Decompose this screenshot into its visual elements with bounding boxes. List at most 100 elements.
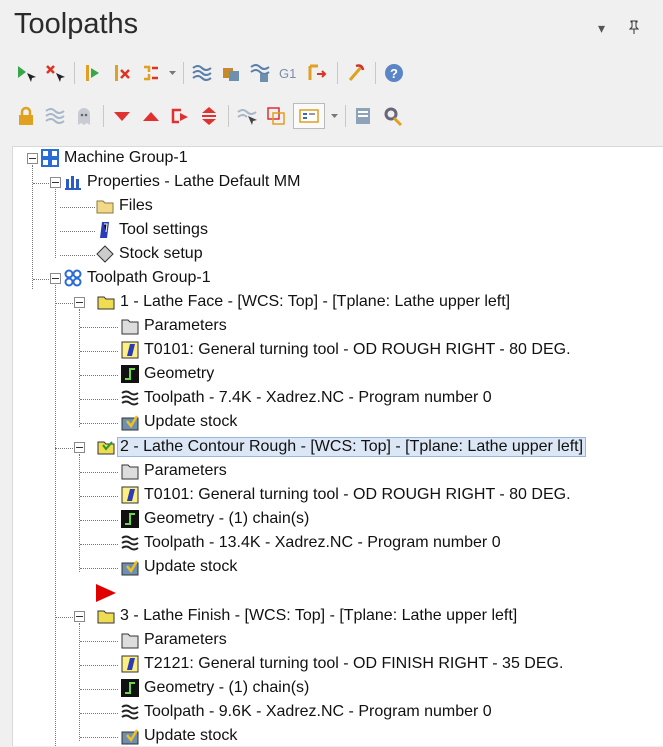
insert-arrow-icon[interactable]	[95, 583, 117, 603]
parameters-folder-icon	[121, 462, 139, 480]
pin-icon[interactable]	[628, 20, 640, 37]
toolpath-report-icon[interactable]	[352, 104, 376, 128]
properties-icon	[64, 173, 82, 191]
regenerate-dirty-icon[interactable]	[110, 61, 134, 85]
op2-geometry[interactable]: Geometry - (1) chain(s)	[121, 508, 309, 530]
settings-icon[interactable]	[381, 104, 405, 128]
toolpath-icon	[121, 534, 139, 552]
toolpath-icon	[121, 389, 139, 407]
toolpath-tree[interactable]: Machine Group-1 Properties - Lathe Defau…	[12, 146, 663, 746]
toggle-display-icon[interactable]	[139, 61, 163, 85]
collapse-toggle-icon[interactable]	[74, 442, 85, 453]
parameters-folder-icon	[121, 631, 139, 649]
tree-label: Geometry - (1) chain(s)	[144, 679, 310, 696]
op2-tool[interactable]: T0101: General turning tool - OD ROUGH R…	[121, 484, 571, 506]
display-options-icon[interactable]	[264, 104, 288, 128]
op1-parameters[interactable]: Parameters	[121, 315, 227, 337]
op1-geometry[interactable]: Geometry	[121, 363, 214, 385]
op3-toolpath[interactable]: Toolpath - 9.6K - Xadrez.NC - Program nu…	[121, 701, 492, 723]
collapse-toggle-icon[interactable]	[74, 297, 85, 308]
tree-label: Geometry - (1) chain(s)	[144, 510, 310, 527]
geometry-icon	[121, 365, 139, 383]
only-display-selected-icon[interactable]	[235, 104, 259, 128]
operation-folder-icon	[97, 607, 115, 625]
post-selected-icon[interactable]	[306, 61, 330, 85]
tree-label: Geometry	[144, 365, 215, 382]
toolbar-row-1: G1 ?	[14, 58, 411, 88]
tree-label: Update stock	[144, 727, 238, 744]
operation-label: 1 - Lathe Face - [WCS: Top] - [Tplane: L…	[120, 293, 511, 310]
collapse-toggle-icon[interactable]	[50, 177, 61, 188]
high-feed-icon[interactable]	[344, 61, 368, 85]
op2-toolpath[interactable]: Toolpath - 13.4K - Xadrez.NC - Program n…	[121, 532, 501, 554]
help-icon[interactable]: ?	[382, 61, 406, 85]
operation-label: 2 - Lathe Contour Rough - [WCS: Top] - […	[117, 437, 587, 457]
stock-setup-icon	[96, 245, 114, 263]
op1-tool[interactable]: T0101: General turning tool - OD ROUGH R…	[121, 339, 571, 361]
op1-toolpath[interactable]: Toolpath - 7.4K - Xadrez.NC - Program nu…	[121, 387, 492, 409]
update-stock-icon	[121, 727, 139, 745]
turning-tool-icon	[121, 486, 139, 504]
toolpath-manager-options-icon[interactable]	[293, 103, 325, 129]
update-stock-icon	[121, 558, 139, 576]
tree-label: Update stock	[144, 558, 238, 575]
post-gcode-icon[interactable]: G1	[277, 61, 301, 85]
move-up-icon[interactable]	[139, 104, 163, 128]
toolpaths-title: Toolpaths	[14, 8, 139, 40]
tree-label: Toolpath - 7.4K - Xadrez.NC - Program nu…	[144, 389, 492, 406]
regenerate-selected-icon[interactable]	[81, 61, 105, 85]
tree-label: Machine Group-1	[64, 149, 188, 166]
toggle-posting-icon[interactable]	[43, 104, 67, 128]
op3-update-stock[interactable]: Update stock	[121, 725, 237, 747]
lock-icon[interactable]	[14, 104, 38, 128]
tree-label: Files	[119, 197, 153, 214]
op3-geometry[interactable]: Geometry - (1) chain(s)	[121, 677, 309, 699]
tree-label: Toolpath Group-1	[87, 269, 211, 286]
insert-after-icon[interactable]	[168, 104, 192, 128]
collapse-toggle-icon[interactable]	[50, 273, 61, 284]
machine-group-icon	[41, 149, 59, 167]
hide-icon[interactable]	[72, 104, 96, 128]
tree-toolpath-group[interactable]: Toolpath Group-1	[64, 267, 211, 289]
options-dropdown-icon[interactable]	[330, 104, 339, 128]
operation-1[interactable]: 1 - Lathe Face - [WCS: Top] - [Tplane: L…	[97, 291, 510, 313]
tree-label: Properties - Lathe Default MM	[87, 173, 301, 190]
svg-text:G1: G1	[279, 66, 296, 81]
tree-files[interactable]: Files	[96, 195, 153, 217]
folder-icon	[96, 197, 114, 215]
tree-machine-group[interactable]: Machine Group-1	[41, 147, 188, 169]
op2-parameters[interactable]: Parameters	[121, 460, 227, 482]
move-down-icon[interactable]	[110, 104, 134, 128]
tree-stock-setup[interactable]: Stock setup	[96, 243, 203, 265]
tree-label: Parameters	[144, 317, 227, 334]
select-all-dirty-icon[interactable]	[43, 61, 67, 85]
toolbar-dropdown-icon[interactable]	[168, 61, 177, 85]
tree-label: Tool settings	[119, 221, 208, 238]
backplot-icon[interactable]	[190, 61, 214, 85]
op2-update-stock[interactable]: Update stock	[121, 556, 237, 578]
operation-3[interactable]: 3 - Lathe Finish - [WCS: Top] - [Tplane:…	[97, 605, 517, 627]
collapse-toggle-icon[interactable]	[27, 153, 38, 164]
tree-tool-settings[interactable]: Tool settings	[96, 219, 208, 241]
tree-label: Toolpath - 13.4K - Xadrez.NC - Program n…	[144, 534, 501, 551]
toolpath-icon	[121, 703, 139, 721]
tree-properties[interactable]: Properties - Lathe Default MM	[64, 171, 300, 193]
simulate-icon[interactable]	[248, 61, 272, 85]
op3-parameters[interactable]: Parameters	[121, 629, 227, 651]
collapse-toggle-icon[interactable]	[74, 611, 85, 622]
scroll-to-insert-icon[interactable]	[197, 104, 221, 128]
tree-label: Update stock	[144, 413, 238, 430]
operation-2[interactable]: 2 - Lathe Contour Rough - [WCS: Top] - […	[97, 436, 587, 458]
op3-tool[interactable]: T2121: General turning tool - OD FINISH …	[121, 653, 563, 675]
dropdown-arrow-icon[interactable]: ▾	[598, 20, 605, 37]
verify-icon[interactable]	[219, 61, 243, 85]
update-stock-icon	[121, 413, 139, 431]
toolpath-group-icon	[64, 269, 82, 287]
tree-label: Parameters	[144, 462, 227, 479]
tree-label: Stock setup	[119, 245, 203, 262]
op1-update-stock[interactable]: Update stock	[121, 411, 237, 433]
geometry-icon	[121, 510, 139, 528]
select-all-operations-icon[interactable]	[14, 61, 38, 85]
svg-text:?: ?	[390, 66, 398, 81]
turning-tool-icon	[121, 655, 139, 673]
